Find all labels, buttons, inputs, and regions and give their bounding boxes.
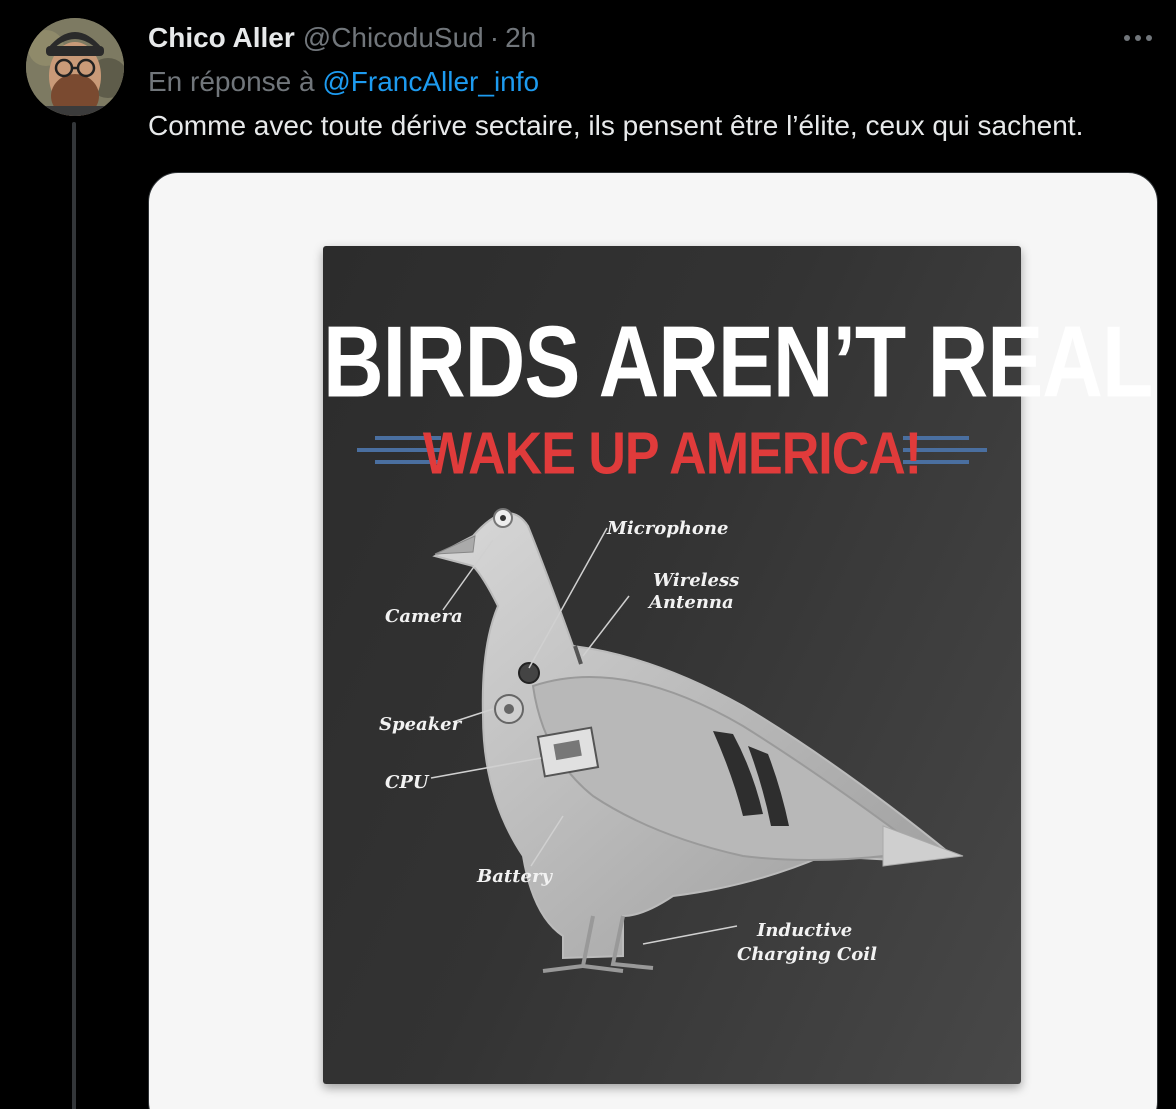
label-inductive: Inductive <box>757 920 853 941</box>
more-options-button[interactable] <box>1118 22 1158 54</box>
display-name[interactable]: Chico Aller <box>148 22 295 54</box>
media-poster-image: BIRDS AREN’T REAL WAKE UP AMERICA! Micro… <box>323 246 1153 1084</box>
thread-line <box>72 122 76 1109</box>
tweet-header: Chico Aller @ChicoduSud · 2h <box>148 22 536 56</box>
label-battery: Battery <box>477 866 552 887</box>
poster-subtitle: WAKE UP AMERICA! <box>422 420 922 488</box>
reply-prefix: En réponse à <box>148 66 315 97</box>
tweet-media[interactable]: BIRDS AREN’T REAL WAKE UP AMERICA! Micro… <box>148 172 1158 1109</box>
user-handle[interactable]: @ChicoduSud <box>303 22 484 54</box>
timestamp[interactable]: 2h <box>505 22 536 54</box>
label-antenna: Antenna <box>649 592 734 613</box>
separator-dot: · <box>489 22 500 53</box>
label-wireless: Wireless <box>653 570 740 591</box>
label-speaker: Speaker <box>379 714 462 735</box>
reply-context: En réponse à @FrancAller_info <box>148 66 539 98</box>
reply-mention-link[interactable]: @FrancAller_info <box>322 66 539 97</box>
more-horizontal-icon <box>1124 35 1152 41</box>
avatar[interactable] <box>26 18 124 116</box>
label-camera: Camera <box>385 606 463 627</box>
label-charging-coil: Charging Coil <box>737 944 877 965</box>
poster-subtitle-row: WAKE UP AMERICA! <box>323 421 1021 487</box>
tweet-text: Comme avec toute dérive sectaire, ils pe… <box>148 110 1084 141</box>
poster-title: BIRDS AREN’T REAL <box>323 305 1153 419</box>
label-cpu: CPU <box>385 772 429 793</box>
avatar-photo <box>26 18 124 116</box>
label-microphone: Microphone <box>607 518 729 539</box>
